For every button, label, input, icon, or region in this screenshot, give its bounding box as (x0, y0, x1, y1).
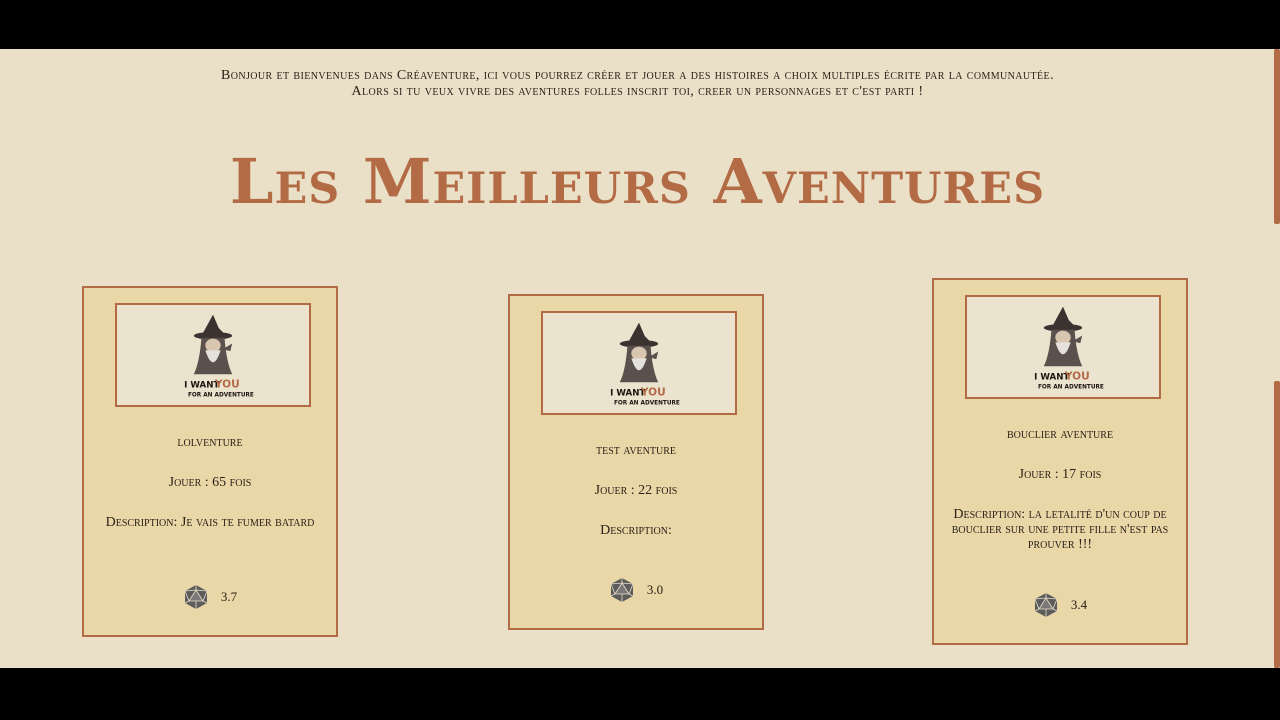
adventure-name[interactable]: bouclier aventure (950, 427, 1170, 442)
rating: 3.7 (84, 584, 336, 610)
scrollbar-thumb-lower[interactable] (1274, 381, 1280, 668)
letterbox-top (0, 0, 1280, 49)
rating-value: 3.7 (220, 589, 238, 604)
adventure-card[interactable]: I WANT YOU FOR AN ADVENTURE test aventur… (508, 294, 764, 630)
scrollbar[interactable] (1274, 49, 1280, 668)
poster-text-adventure: FOR AN ADVENTURE (614, 400, 680, 406)
rating-value: 3.4 (1070, 597, 1088, 612)
intro-line-1: Bonjour et bienvenues dans Créaventure, … (221, 68, 1054, 83)
play-count: Jouer : 22 fois (594, 483, 678, 498)
rating: 3.4 (934, 592, 1186, 618)
rating-value: 3.0 (646, 582, 664, 597)
rating: 3.0 (510, 577, 762, 603)
adventure-description: Description: la letalité d'un coup de bo… (951, 507, 1169, 552)
adventure-card[interactable]: I WANT YOU FOR AN ADVENTURE bouclier ave… (932, 278, 1188, 645)
play-count: Jouer : 65 fois (168, 475, 252, 490)
d20-die-icon (184, 585, 208, 609)
adventure-card[interactable]: I WANT YOU FOR AN ADVENTURE lolventure J… (82, 286, 338, 637)
adventure-thumbnail[interactable]: I WANT YOU FOR AN ADVENTURE (965, 295, 1161, 399)
poster-text-you: YOU (1064, 371, 1090, 383)
intro-line-2: Alors si tu veux vivre des aventures fol… (351, 84, 924, 99)
adventure-description: Description: (600, 523, 672, 538)
wizard-poster-image: I WANT YOU FOR AN ADVENTURE (118, 305, 308, 405)
wizard-poster-image: I WANT YOU FOR AN ADVENTURE (544, 313, 734, 413)
wizard-poster-image: I WANT YOU FOR AN ADVENTURE (968, 297, 1158, 397)
intro-text: Bonjour et bienvenues dans Créaventure, … (0, 68, 1275, 100)
adventure-description: Description: Je vais te fumer batard (105, 515, 315, 530)
page: Bonjour et bienvenues dans Créaventure, … (0, 49, 1280, 668)
adventure-thumbnail[interactable]: I WANT YOU FOR AN ADVENTURE (541, 311, 737, 415)
poster-text-adventure: FOR AN ADVENTURE (1038, 384, 1104, 390)
letterbox-bottom (0, 668, 1280, 720)
play-count: Jouer : 17 fois (1018, 467, 1102, 482)
adventure-name[interactable]: lolventure (100, 435, 320, 450)
poster-text-you: YOU (640, 387, 666, 399)
d20-die-icon (610, 578, 634, 602)
poster-text-you: YOU (214, 379, 240, 391)
d20-die-icon (1034, 593, 1058, 617)
page-title: Les Meilleurs Aventures (229, 145, 1046, 218)
adventure-name[interactable]: test aventure (526, 443, 746, 458)
adventure-thumbnail[interactable]: I WANT YOU FOR AN ADVENTURE (115, 303, 311, 407)
poster-text-adventure: FOR AN ADVENTURE (188, 392, 254, 398)
